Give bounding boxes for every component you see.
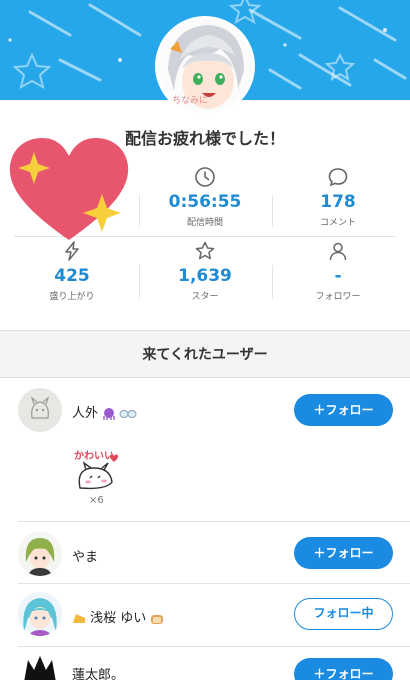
visitors-section-header: 来てくれたユーザー — [0, 330, 410, 378]
avatar[interactable] — [18, 532, 62, 576]
person-icon — [329, 242, 347, 261]
stat-followers: - フォロワー — [272, 240, 404, 302]
follow-button[interactable]: ＋フォロー — [294, 394, 393, 426]
divider — [272, 195, 273, 227]
avatar-image — [18, 532, 62, 576]
cat-sticker-image: かわいい — [74, 450, 119, 490]
star-icon — [195, 241, 215, 260]
user-name[interactable]: 蓮太郎。 — [72, 664, 124, 680]
divider — [139, 265, 140, 299]
stat-comments: 178 コメント — [272, 166, 404, 228]
user-name[interactable]: 浅桜 ゆい — [72, 607, 164, 626]
stat-excitement-label: 盛り上がり — [49, 292, 95, 302]
user-name[interactable]: やま — [72, 546, 98, 565]
stat-followers-value: - — [334, 266, 342, 286]
avatar[interactable] — [18, 388, 62, 432]
stat-comments-label: コメント — [319, 218, 356, 228]
stat-excitement: 425 盛り上がり — [6, 240, 138, 302]
follow-button[interactable]: ＋フォロー — [294, 658, 393, 680]
stat-stars: 1,639 スター — [139, 240, 271, 302]
clock-icon — [195, 167, 215, 187]
cheese-icon — [73, 613, 85, 623]
stat-comments-value: 178 — [320, 192, 356, 212]
list-item: 浅桜 ゆい フォロー中 — [0, 591, 410, 643]
stat-stars-label: スター — [191, 292, 219, 302]
sticker-count: ×6 — [89, 495, 104, 506]
divider — [18, 646, 410, 647]
user-name[interactable]: 人外 — [72, 402, 138, 421]
list-item: 人外 ＋フォロー — [0, 386, 410, 520]
divider — [139, 195, 140, 227]
user-name-text: 浅桜 ゆい — [90, 611, 147, 626]
avatar-image — [18, 652, 62, 680]
sticker-text: かわいい — [74, 450, 114, 462]
following-button[interactable]: フォロー中 — [294, 598, 393, 630]
avatar[interactable] — [18, 592, 62, 636]
stat-duration-label: 配信時間 — [186, 218, 223, 228]
section-title: 来てくれたユーザー — [142, 347, 268, 363]
divider — [272, 265, 273, 299]
stat-excitement-value: 425 — [54, 266, 90, 286]
bread-icon — [151, 614, 164, 624]
list-item: 蓮太郎。 ＋フォロー — [0, 652, 410, 680]
comment-icon — [328, 168, 348, 187]
stat-duration-value: 0:56:55 — [168, 192, 242, 212]
stat-stars-value: 1,639 — [178, 266, 232, 286]
octopus-goggles-icon — [103, 407, 137, 420]
stat-followers-label: フォロワー — [315, 292, 361, 302]
list-item: やま ＋フォロー — [0, 530, 410, 582]
svg-text:ちなみに: ちなみに — [172, 95, 208, 106]
streamer-avatar[interactable]: ちなみに — [155, 16, 255, 116]
follow-button[interactable]: ＋フォロー — [294, 537, 393, 569]
avatar[interactable] — [18, 652, 62, 680]
stream-summary-screen: ちなみに 配信お疲れ様でした！ 0:56:55 配信時間 178 コメント 42… — [0, 0, 410, 680]
avatar-image — [18, 388, 62, 432]
avatar-image — [18, 592, 62, 636]
divider — [18, 583, 410, 584]
streamer-avatar-image: ちなみに — [158, 19, 252, 113]
heart-icon — [9, 138, 129, 240]
divider — [18, 521, 410, 522]
user-name-text: 人外 — [72, 406, 99, 421]
stat-duration: 0:56:55 配信時間 — [139, 166, 271, 228]
